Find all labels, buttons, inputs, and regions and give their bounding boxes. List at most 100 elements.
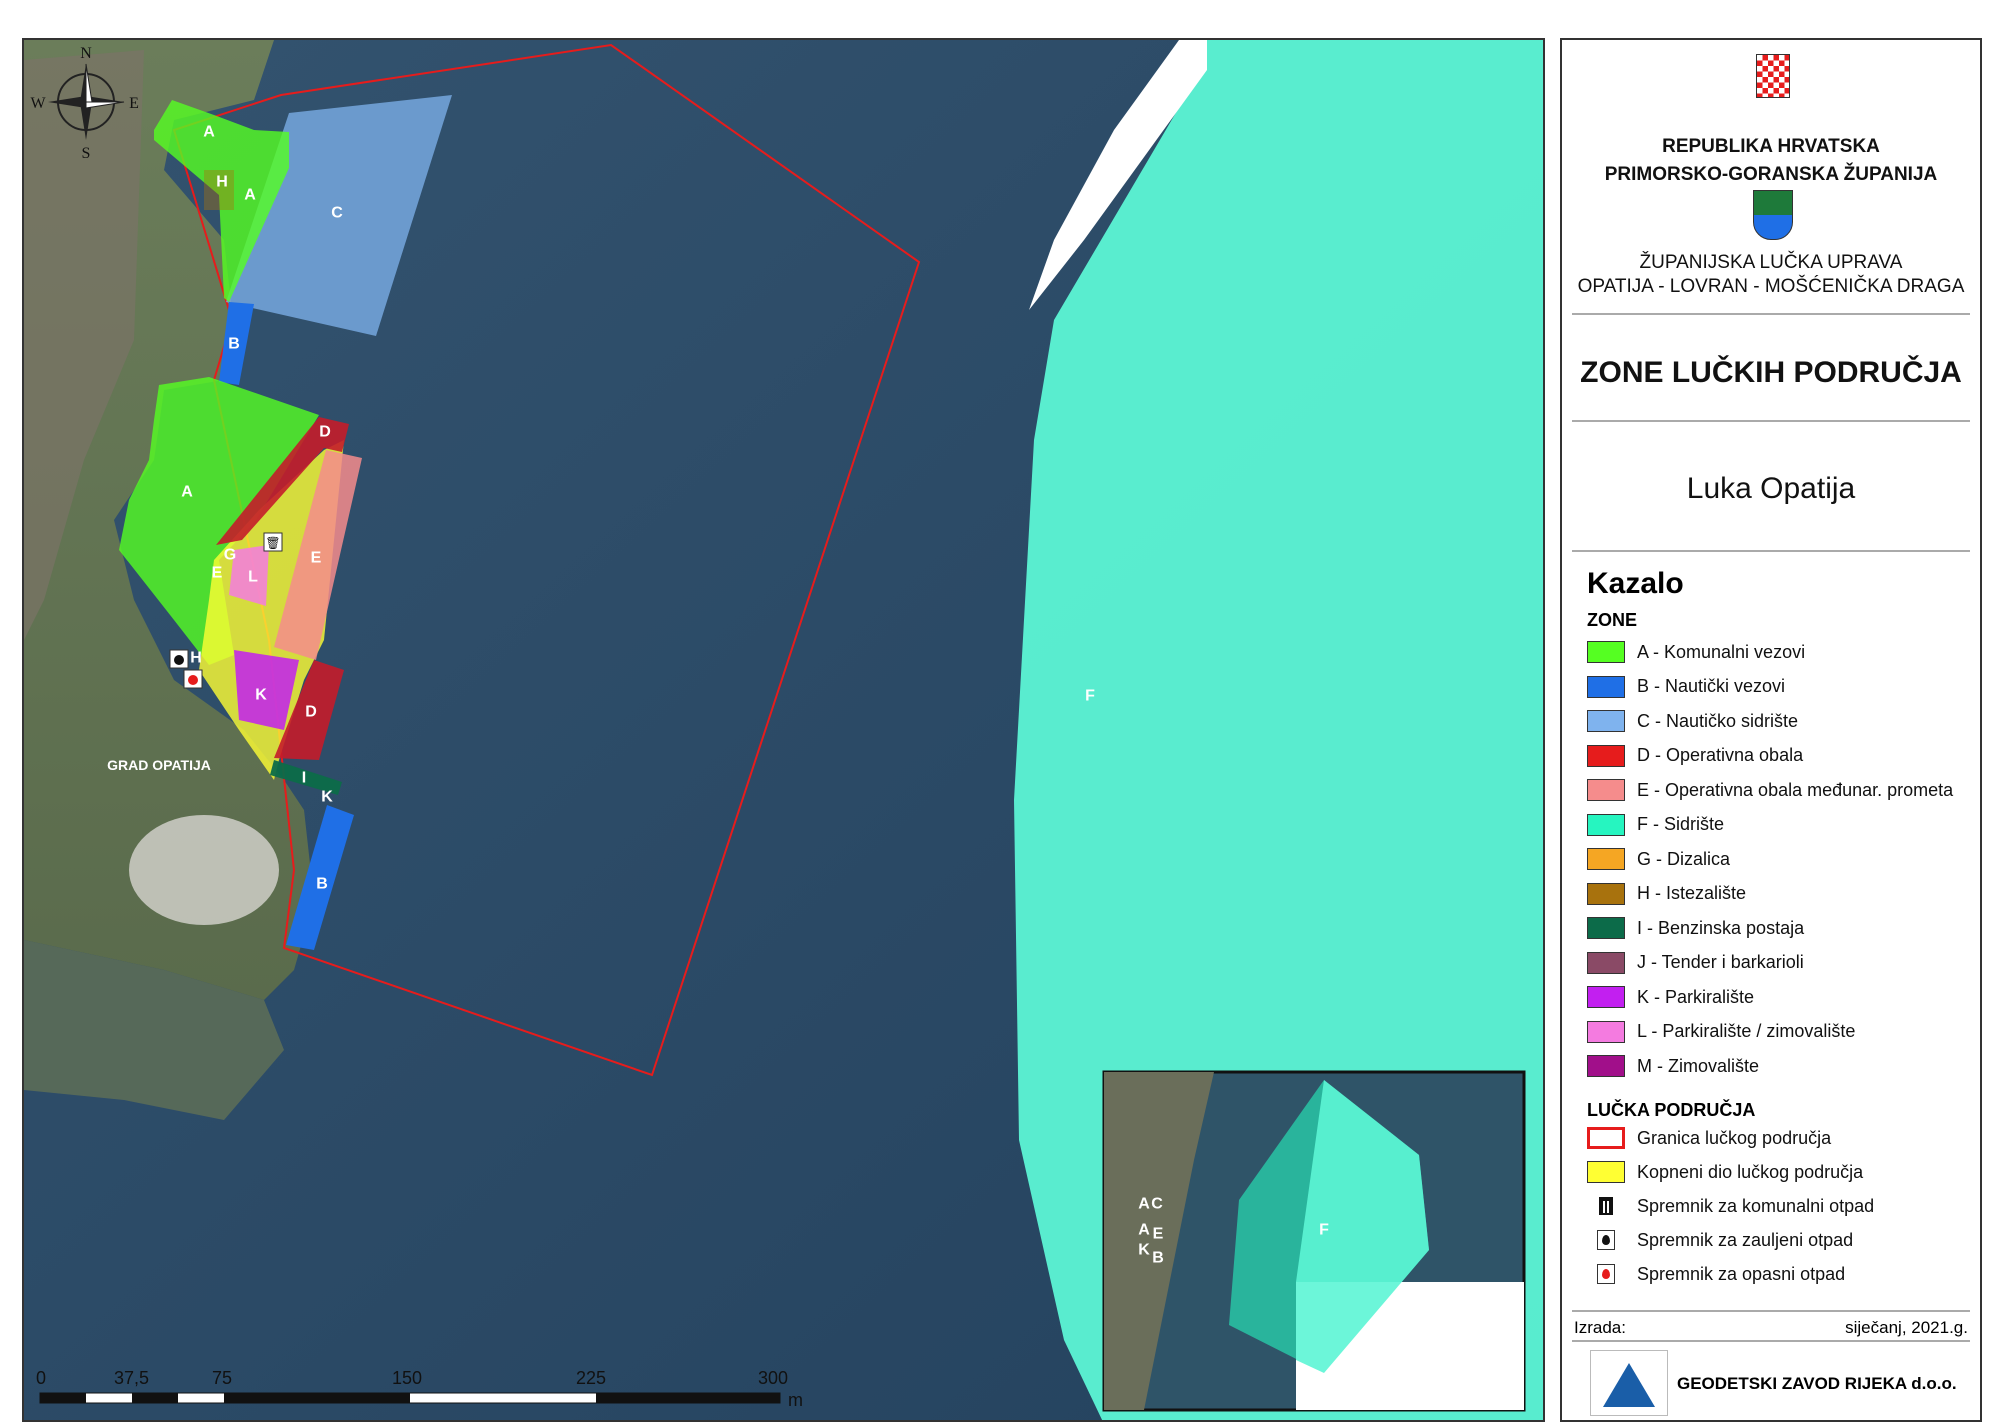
legend-row-hazard: Spremnik za opasni otpad [1587,1262,1845,1286]
zone-label-k: K [321,789,333,806]
scale-tick-label: 225 [576,1368,607,1388]
amphitheatre [129,815,279,925]
trash-bin-icon[interactable]: 🗑 [263,532,283,552]
legend-row-zone: B - Nautički vezovi [1587,675,1785,699]
zone-label-g: G [224,547,236,564]
boundary-label: Granica lučkog područja [1637,1127,1832,1148]
legend-row-zone: F - Sidrište [1587,813,1724,837]
oil-label: Spremnik za zauljeni otpad [1637,1229,1854,1250]
zone-swatch [1587,813,1625,836]
areas-heading: LUČKA PODRUČJA [1587,1100,1756,1120]
map-canvas[interactable]: A H A C B D A G E L E H K D I K B F 🗑 GR… [24,40,1545,1422]
zone-label-d: D [305,704,317,721]
zone-label-a: A [181,484,193,501]
divider [1572,1340,1970,1342]
legend-row-zone: J - Tender i barkarioli [1587,951,1804,975]
legend-row-zone: A - Komunalni vezovi [1587,640,1805,664]
land-label: Kopneni dio lučkog područja [1637,1161,1864,1182]
authority-line1: ŽUPANIJSKA LUČKA UPRAVA [1639,252,1903,273]
zone-label-a: A [203,124,215,141]
legend-panel: REPUBLIKA HRVATSKA PRIMORSKO-GORANSKA ŽU… [1560,38,1982,1422]
legend-row-land: Kopneni dio lučkog područja [1587,1160,1863,1184]
map-view[interactable]: A H A C B D A G E L E H K D I K B F 🗑 GR… [22,38,1545,1422]
org-line1: REPUBLIKA HRVATSKA [1662,136,1880,157]
inset-label-a: A [1138,1196,1150,1213]
zone-label-a: A [244,187,256,204]
legend-row-zone: L - Parkiralište / zimovalište [1587,1020,1855,1044]
zone-swatch [1587,951,1625,974]
legend-row-zone: K - Parkiralište [1587,985,1754,1009]
svg-text:🗑: 🗑 [265,536,280,550]
map-subtitle: Luka Opatija [1686,472,1856,505]
legend-row-zone: G - Dizalica [1587,847,1730,871]
legend-row-zone: M - Zimovalište [1587,1054,1759,1078]
scale-tick-label: 37,5 [114,1368,150,1388]
oil-drop-icon [1587,1229,1625,1251]
place-label: GRAD OPATIJA [107,757,211,773]
legend-row-zone: H - Istezalište [1587,882,1746,906]
scale-bar [39,1392,781,1404]
zone-legend-label: D - Operativna obala [1637,745,1804,765]
legend-row-oil: Spremnik za zauljeni otpad [1587,1228,1853,1252]
zone-label-h: H [190,650,202,667]
divider [1572,420,1970,422]
zone-legend-label: E - Operativna obala međunar. prometa [1637,779,1954,800]
zone-swatch [1587,882,1625,905]
oil-drop-icon[interactable] [169,649,189,669]
zone-swatch [1587,641,1625,663]
scale-tick-label: 300 [758,1368,789,1388]
legend-row-zone: I - Benzinska postaja [1587,916,1804,940]
zone-label-b: B [228,336,240,353]
inset-map[interactable]: A C A E K B F [1102,1070,1526,1412]
hazard-label: Spremnik za opasni otpad [1637,1263,1846,1284]
zone-swatch [1587,917,1625,939]
croatia-coat-of-arms-icon [1756,54,1790,98]
zone-legend-label: J - Tender i barkarioli [1637,952,1804,972]
zone-label-e: E [212,565,223,582]
zone-legend-label: F - Sidrište [1637,814,1725,834]
scale-tick-label: 0 [36,1368,47,1388]
zone-label-k: K [255,687,267,704]
legend-row-zone: D - Operativna obala [1587,744,1803,768]
boundary-swatch [1587,1127,1625,1149]
inset-label-f: F [1319,1222,1329,1239]
compass-n-label: N [80,45,92,62]
scale-tick-label: 75 [212,1368,233,1388]
zone-legend-label: M - Zimovalište [1637,1055,1760,1076]
zone-swatch [1587,848,1625,870]
zones-heading: ZONE [1587,610,1638,630]
zone-label-l: L [248,569,258,586]
company-name: GEODETSKI ZAVOD RIJEKA d.o.o. [1677,1374,1957,1393]
zone-label-b: B [316,876,328,893]
zone-legend-label: H - Istezalište [1637,883,1747,903]
legend-row-zone: C - Nautičko sidrište [1587,709,1798,733]
hazard-drop-icon[interactable] [183,669,203,689]
zone-label-c: C [331,205,343,222]
made-by-label: Izrada: [1574,1318,1626,1337]
zone-swatch [1587,710,1625,732]
scale-unit-label: m [788,1390,803,1410]
map-title: ZONE LUČKIH PODRUČJA [1580,356,1962,389]
zone-legend-label: I - Benzinska postaja [1637,917,1805,938]
zone-label-h: H [216,174,228,191]
legend-title: Kazalo [1587,567,1684,600]
zone-swatch [1587,1055,1625,1077]
divider [1572,1310,1970,1312]
zone-legend-label: K - Parkiralište [1637,986,1755,1007]
legend-row-boundary: Granica lučkog područja [1587,1126,1831,1150]
zone-legend-label: B - Nautički vezovi [1637,676,1786,696]
org-line2: PRIMORSKO-GORANSKA ŽUPANIJA [1604,164,1938,185]
land-swatch [1587,1161,1625,1183]
authority-line2: OPATIJA - LOVRAN - MOŠĆENIČKA DRAGA [1577,276,1965,297]
zone-swatch [1587,675,1625,698]
legend-row-zone: E - Operativna obala međunar. prometa [1587,778,1953,802]
zone-legend-label: G - Dizalica [1637,848,1731,869]
zone-swatch [1587,1020,1625,1043]
inset-label-a: A [1138,1222,1150,1239]
zone-swatch [1587,779,1625,801]
zone-legend-label: C - Nautičko sidrište [1637,710,1799,731]
compass-w-label: W [30,95,46,112]
scale-tick-label: 150 [392,1368,423,1388]
compass-s-label: S [82,145,91,162]
trash-bin-icon [1587,1195,1625,1217]
